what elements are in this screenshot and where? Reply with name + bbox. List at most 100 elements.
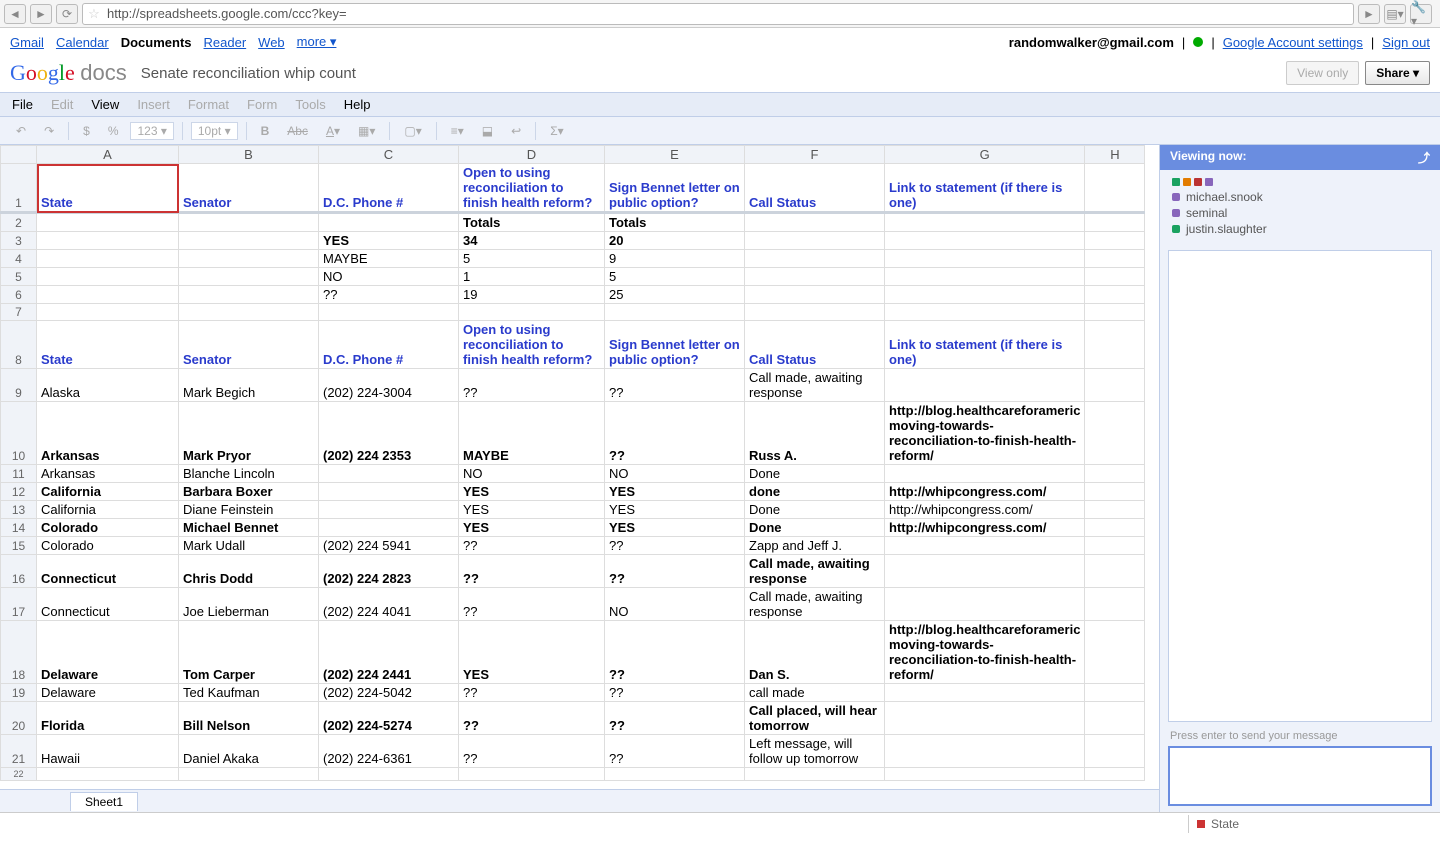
cell[interactable] [1085, 768, 1145, 781]
cell[interactable] [885, 286, 1085, 304]
cell[interactable]: ?? [459, 735, 605, 768]
cell[interactable]: ?? [605, 555, 745, 588]
cell[interactable]: Arkansas [37, 465, 179, 483]
cell[interactable] [319, 768, 459, 781]
cell[interactable]: Link to statement (if there is one) [885, 164, 1085, 213]
cell[interactable]: Michael Bennet [179, 519, 319, 537]
grid-scroll[interactable]: ABCDEFGH1StateSenatorD.C. Phone #Open to… [0, 145, 1159, 789]
row-header[interactable]: 1 [1, 164, 37, 213]
row-header[interactable]: 2 [1, 213, 37, 232]
cell[interactable]: YES [605, 501, 745, 519]
cell[interactable]: call made [745, 684, 885, 702]
cell[interactable]: Totals [605, 213, 745, 232]
gmail-link[interactable]: Gmail [10, 35, 44, 50]
cell[interactable] [745, 250, 885, 268]
cell[interactable]: Connecticut [37, 588, 179, 621]
cell[interactable]: (202) 224-3004 [319, 369, 459, 402]
cell[interactable]: ?? [459, 588, 605, 621]
row-header[interactable]: 12 [1, 483, 37, 501]
col-header[interactable]: G [885, 146, 1085, 164]
cell[interactable]: (202) 224 5941 [319, 537, 459, 555]
cell[interactable]: Arkansas [37, 402, 179, 465]
row-header[interactable]: 5 [1, 268, 37, 286]
cell[interactable] [179, 304, 319, 321]
cell[interactable] [37, 286, 179, 304]
cell[interactable]: ?? [605, 402, 745, 465]
cell[interactable] [459, 768, 605, 781]
cell[interactable]: 1 [459, 268, 605, 286]
cell[interactable]: Chris Dodd [179, 555, 319, 588]
cell[interactable] [1085, 213, 1145, 232]
cell[interactable]: YES [605, 483, 745, 501]
calendar-link[interactable]: Calendar [56, 35, 109, 50]
cell[interactable] [1085, 702, 1145, 735]
page-icon[interactable]: ▤▾ [1384, 4, 1406, 24]
cell[interactable] [1085, 735, 1145, 768]
cell[interactable] [179, 232, 319, 250]
cell[interactable] [1085, 369, 1145, 402]
row-header[interactable]: 11 [1, 465, 37, 483]
row-header[interactable]: 3 [1, 232, 37, 250]
cell[interactable]: Ted Kaufman [179, 684, 319, 702]
cell[interactable]: Senator [179, 164, 319, 213]
cell[interactable]: 19 [459, 286, 605, 304]
cell[interactable] [179, 286, 319, 304]
cell[interactable]: Mark Begich [179, 369, 319, 402]
cell[interactable] [319, 483, 459, 501]
cell[interactable]: MAYBE [459, 402, 605, 465]
cell[interactable]: ?? [459, 702, 605, 735]
row-header[interactable]: 15 [1, 537, 37, 555]
cell[interactable] [179, 268, 319, 286]
cell[interactable] [885, 555, 1085, 588]
cell[interactable]: Joe Lieberman [179, 588, 319, 621]
address-bar[interactable]: ☆ [82, 3, 1354, 25]
cell[interactable]: 25 [605, 286, 745, 304]
cell[interactable]: Done [745, 501, 885, 519]
cell[interactable]: NO [319, 268, 459, 286]
cell[interactable]: (202) 224 2441 [319, 621, 459, 684]
cell[interactable] [1085, 465, 1145, 483]
cell[interactable] [885, 268, 1085, 286]
cell[interactable] [885, 369, 1085, 402]
cell[interactable]: YES [459, 483, 605, 501]
row-header[interactable]: 19 [1, 684, 37, 702]
cell[interactable]: Alaska [37, 369, 179, 402]
col-header[interactable]: F [745, 146, 885, 164]
cell[interactable]: YES [459, 501, 605, 519]
cell[interactable] [745, 213, 885, 232]
cell[interactable] [745, 304, 885, 321]
cell[interactable] [885, 768, 1085, 781]
col-header[interactable]: D [459, 146, 605, 164]
cell[interactable] [319, 465, 459, 483]
cell[interactable]: Tom Carper [179, 621, 319, 684]
cell[interactable]: D.C. Phone # [319, 164, 459, 213]
reload-button[interactable]: ⟳ [56, 4, 78, 24]
more-link[interactable]: more ▾ [297, 34, 337, 50]
cell[interactable]: http://blog.healthcareforamericmoving-to… [885, 621, 1085, 684]
share-button[interactable]: Share ▾ [1365, 61, 1430, 85]
cell[interactable]: http://whipcongress.com/ [885, 519, 1085, 537]
cell[interactable]: ?? [605, 735, 745, 768]
cell[interactable]: (202) 224-5274 [319, 702, 459, 735]
cell[interactable]: Sign Bennet letter on public option? [605, 321, 745, 369]
cell[interactable] [885, 232, 1085, 250]
cell[interactable]: Open to using reconciliation to finish h… [459, 164, 605, 213]
cell[interactable] [885, 304, 1085, 321]
cell[interactable]: Russ A. [745, 402, 885, 465]
cell[interactable]: D.C. Phone # [319, 321, 459, 369]
cell[interactable] [179, 213, 319, 232]
cell[interactable]: ?? [459, 684, 605, 702]
cell[interactable]: Blanche Lincoln [179, 465, 319, 483]
cell[interactable]: ?? [459, 369, 605, 402]
cell[interactable] [1085, 537, 1145, 555]
cell[interactable]: Mark Udall [179, 537, 319, 555]
row-header[interactable]: 4 [1, 250, 37, 268]
cell[interactable]: ?? [605, 702, 745, 735]
cell[interactable] [37, 268, 179, 286]
col-header[interactable]: B [179, 146, 319, 164]
cell[interactable] [1085, 402, 1145, 465]
cell[interactable]: (202) 224-6361 [319, 735, 459, 768]
signout-link[interactable]: Sign out [1382, 35, 1430, 50]
col-header[interactable]: A [37, 146, 179, 164]
cell[interactable] [1085, 684, 1145, 702]
